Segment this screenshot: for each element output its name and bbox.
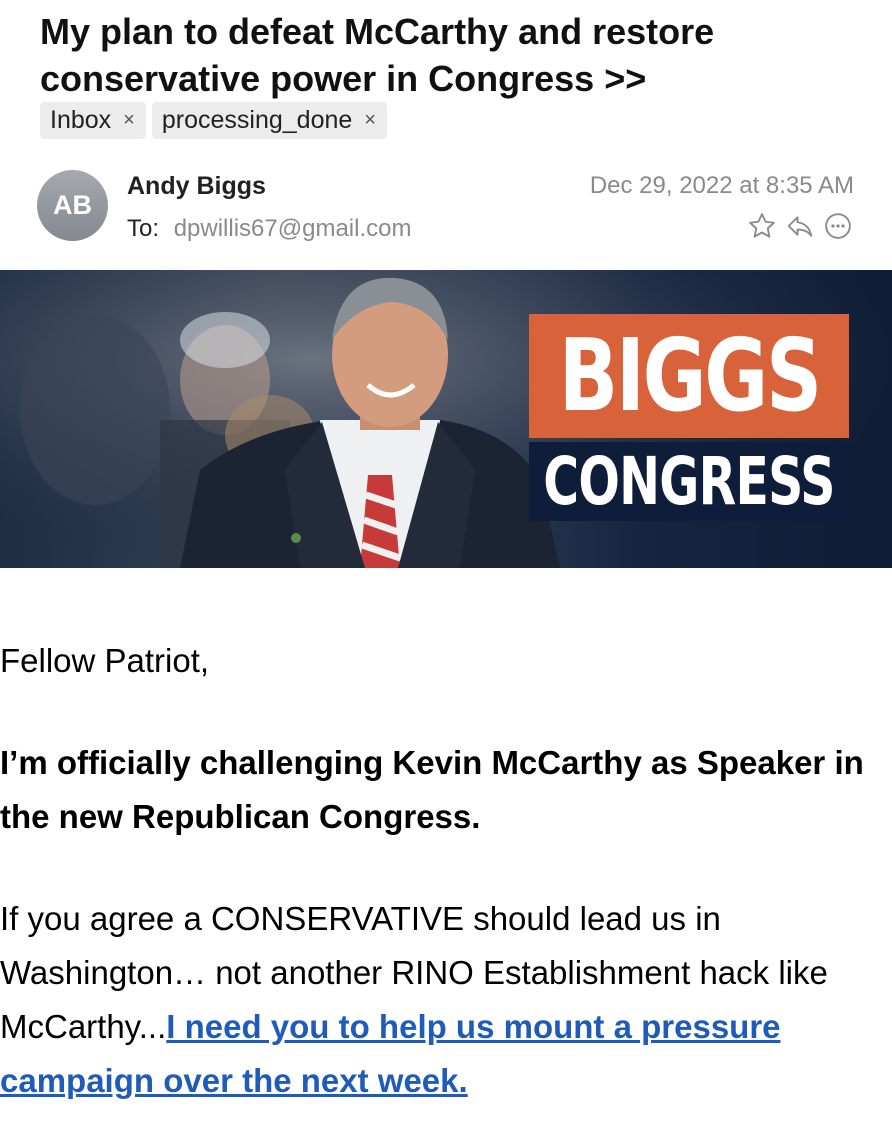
recipient-address[interactable]: dpwillis67@gmail.com (174, 215, 412, 242)
congress-logo-text: CONGRESS (529, 442, 849, 521)
email-date: Dec 29, 2022 at 8:35 AM (589, 172, 854, 199)
email-body: Fellow Patriot, I’m officially challengi… (0, 634, 892, 1108)
recipient-row: To: dpwillis67@gmail.com (127, 215, 411, 243)
greeting: Fellow Patriot, (0, 642, 210, 679)
message-actions (746, 208, 854, 244)
tag-remove-icon[interactable]: × (123, 109, 135, 132)
to-label: To: (127, 215, 160, 242)
bold-paragraph: I’m officially challenging Kevin McCarth… (0, 744, 864, 835)
tag-list: Inbox × processing_done × (40, 102, 387, 139)
more-icon[interactable] (822, 208, 854, 244)
tag-remove-icon[interactable]: × (364, 109, 376, 132)
body-paragraph: If you agree a CONSERVATIVE should lead … (0, 892, 892, 1108)
avatar: AB (37, 170, 108, 241)
star-icon[interactable] (746, 208, 778, 244)
sender-name[interactable]: Andy Biggs (127, 172, 266, 201)
email-subject: My plan to defeat McCarthy and restore c… (40, 11, 715, 99)
tag-processing-done[interactable]: processing_done × (151, 102, 387, 139)
tag-inbox[interactable]: Inbox × (40, 102, 146, 139)
tag-label: Inbox (50, 106, 112, 134)
reply-icon[interactable] (784, 208, 816, 244)
tag-label: processing_done (161, 106, 353, 134)
biggs-logo-text: BIGGS (529, 314, 849, 438)
